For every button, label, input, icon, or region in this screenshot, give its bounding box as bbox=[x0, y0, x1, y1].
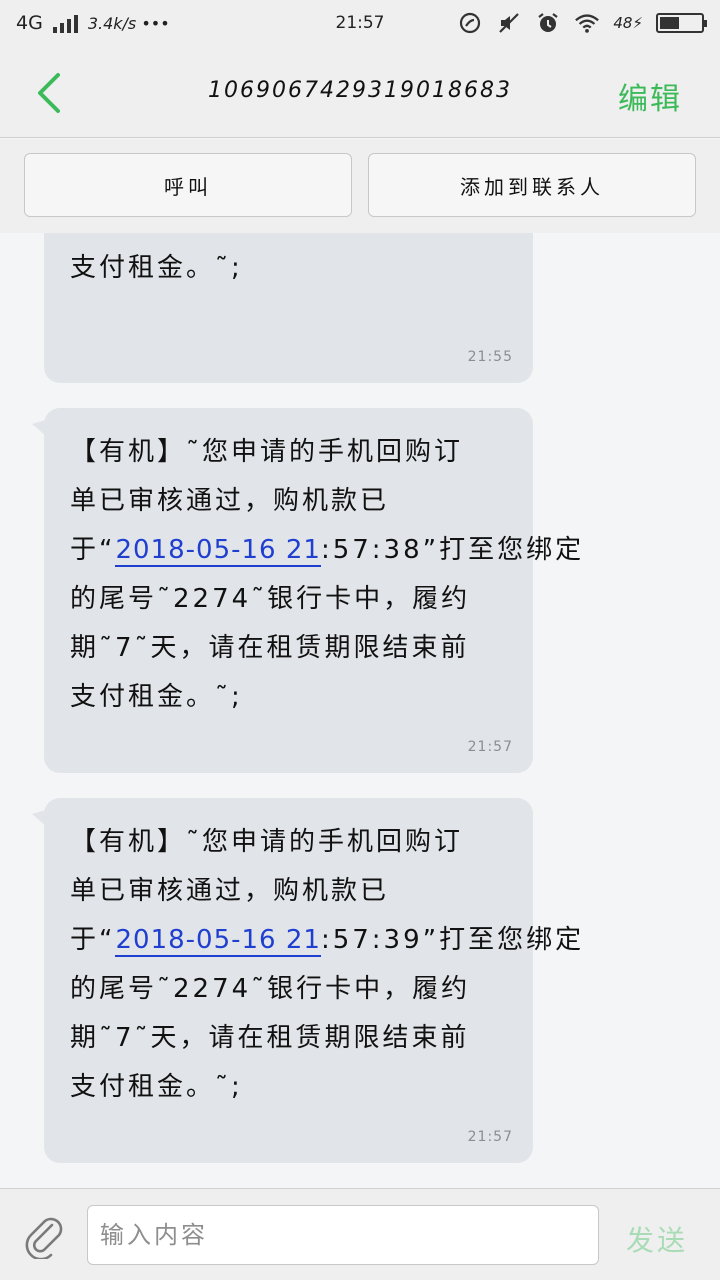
message-line: 的尾号˜2274˜银行卡中，履约 bbox=[70, 584, 471, 614]
conversation-header: 1069067429319018683 编辑 bbox=[0, 48, 720, 138]
contact-number-title: 1069067429319018683 bbox=[208, 78, 512, 103]
message-line: 期˜7˜天，请在租赁期限结束前 bbox=[70, 633, 470, 663]
message-timestamp: 21:57 bbox=[467, 739, 513, 755]
message-text: 于“ bbox=[70, 925, 116, 955]
send-button[interactable]: 发送 bbox=[626, 1219, 688, 1259]
date-link[interactable]: 2018-05-16 21 bbox=[115, 535, 321, 567]
alarm-icon bbox=[535, 10, 561, 36]
message-text: :57:39”打至您绑定 bbox=[320, 925, 585, 955]
compose-bar: 发送 bbox=[0, 1188, 720, 1280]
message-line: 期˜7˜天，请在租赁期限结束前 bbox=[70, 233, 505, 244]
message-line: 于“2018-05-16 21:57:39”打至您绑定 bbox=[70, 916, 581, 965]
charging-bolt-icon: ⚡ bbox=[632, 14, 643, 32]
status-right: 48⚡ bbox=[457, 10, 707, 36]
message-line: 支付租金。˜; bbox=[70, 253, 243, 283]
message-line: 的尾号˜2274˜银行卡中，履约 bbox=[70, 974, 471, 1004]
attachment-paperclip-icon bbox=[25, 1217, 63, 1261]
battery-icon bbox=[656, 13, 707, 33]
message-bubble[interactable]: 【有机】˜您申请的手机回购订 单已审核通过，购机款已 于“2018-05-16 … bbox=[32, 408, 581, 773]
message-input[interactable] bbox=[87, 1205, 599, 1265]
message-line: 于“2018-05-16 21:57:38”打至您绑定 bbox=[70, 526, 581, 575]
message-text: 于“ bbox=[70, 535, 116, 565]
message-line: 期˜7˜天，请在租赁期限结束前 bbox=[70, 1023, 470, 1053]
wifi-icon bbox=[574, 10, 600, 36]
message-line: 单已审核通过，购机款已 bbox=[70, 486, 390, 516]
battery-level bbox=[660, 17, 680, 29]
mute-icon bbox=[496, 10, 522, 36]
message-line: 【有机】˜您申请的手机回购订 bbox=[70, 437, 464, 467]
message-line: 支付租金。˜; bbox=[70, 682, 243, 712]
call-button[interactable]: 呼叫 bbox=[24, 153, 352, 217]
message-line: 支付租金。˜; bbox=[70, 1072, 243, 1102]
sms-conversation-screen: 4G 3.4k/s ••• 21:57 48⚡ 1069067429319018… bbox=[0, 0, 720, 1280]
add-to-contacts-button[interactable]: 添加到联系人 bbox=[368, 153, 696, 217]
message-text: :57:38”打至您绑定 bbox=[320, 535, 585, 565]
attach-button[interactable] bbox=[22, 1213, 68, 1261]
nfc-icon bbox=[457, 10, 483, 36]
message-bubble[interactable]: 【有机】˜您申请的手机回购订 单已审核通过，购机款已 于“2018-05-16 … bbox=[32, 798, 581, 1163]
status-bar: 4G 3.4k/s ••• 21:57 48⚡ bbox=[0, 0, 720, 48]
message-timestamp: 21:57 bbox=[467, 1129, 513, 1145]
message-timestamp: 21:55 bbox=[467, 349, 513, 365]
battery-percent: 48⚡ bbox=[613, 14, 643, 32]
message-bubble[interactable]: 期˜7˜天，请在租赁期限结束前 支付租金。˜; 21:55 bbox=[44, 233, 533, 383]
date-link[interactable]: 2018-05-16 21 bbox=[115, 925, 321, 957]
contact-action-bar: 呼叫 添加到联系人 bbox=[0, 139, 720, 233]
message-line: 【有机】˜您申请的手机回购订 bbox=[70, 827, 464, 857]
message-list[interactable]: 期˜7˜天，请在租赁期限结束前 支付租金。˜; 21:55 【有机】˜您申请的手… bbox=[0, 233, 720, 1188]
message-line: 单已审核通过，购机款已 bbox=[70, 876, 390, 906]
edit-button[interactable]: 编辑 bbox=[618, 74, 682, 118]
